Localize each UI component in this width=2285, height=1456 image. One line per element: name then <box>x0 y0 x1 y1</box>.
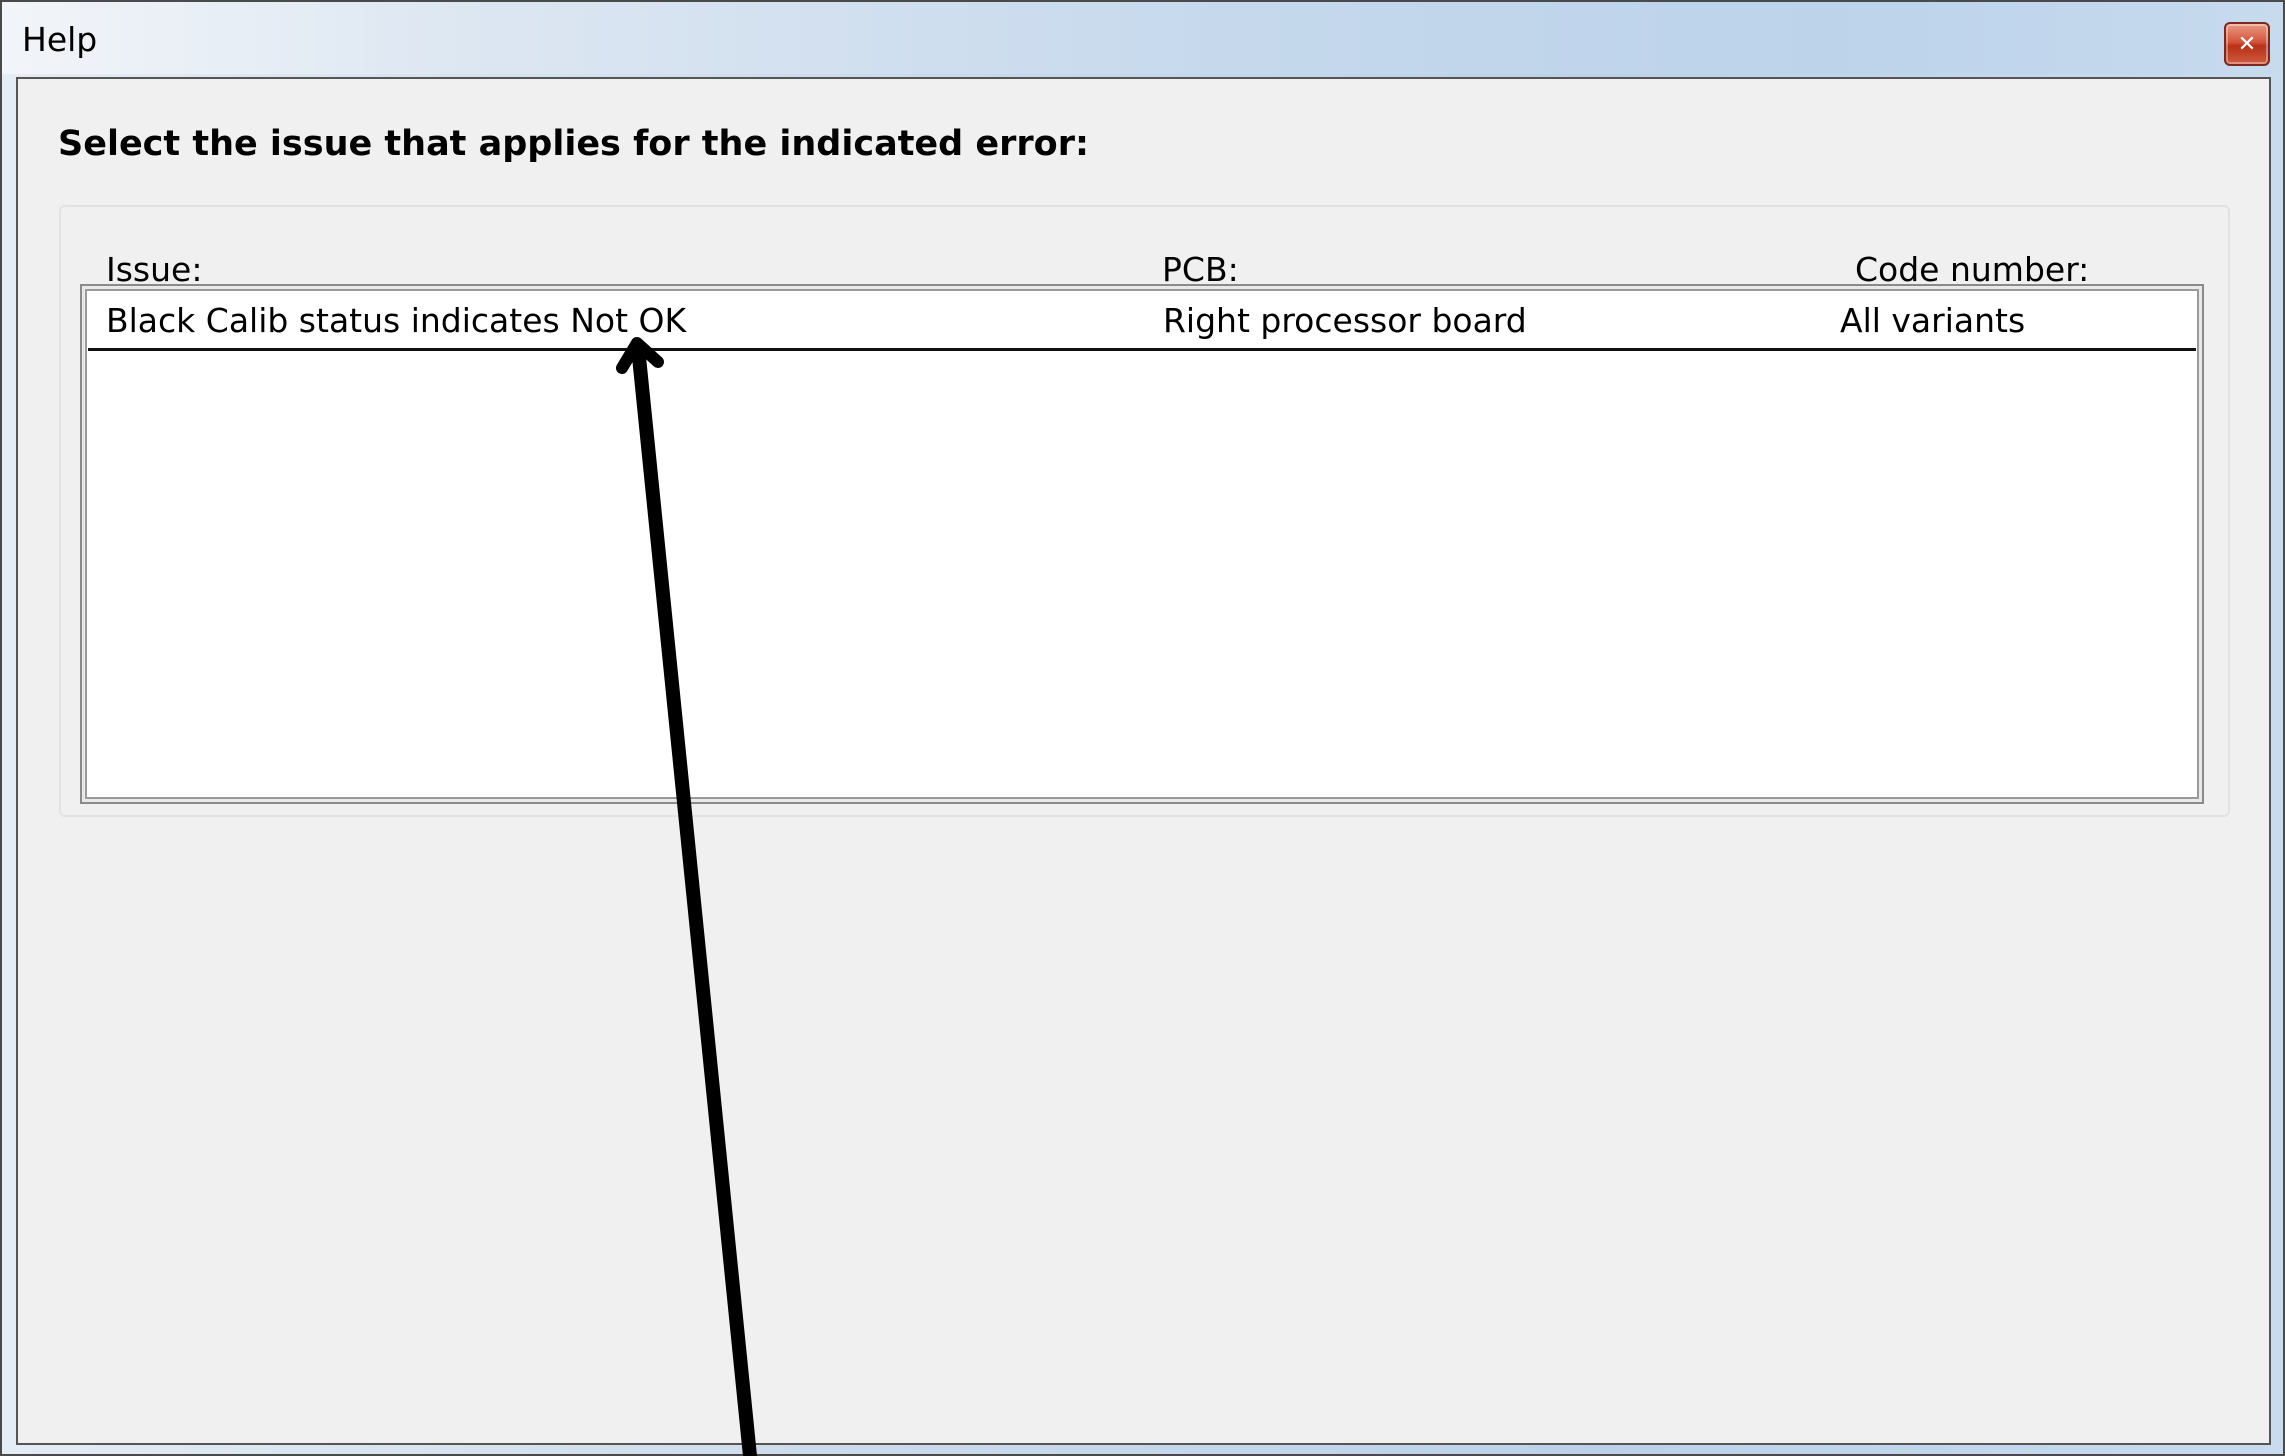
issue-list[interactable]: Black Calib status indicates Not OK Righ… <box>80 284 2204 804</box>
pcb-cell: Right processor board <box>1163 301 1527 340</box>
instruction-heading: Select the issue that applies for the in… <box>58 124 1089 164</box>
title-bar[interactable]: Help ✕ <box>2 2 2283 74</box>
issue-cell: Black Calib status indicates Not OK <box>106 301 687 340</box>
code-number-cell: All variants <box>1840 301 2026 340</box>
close-button[interactable]: ✕ <box>2224 22 2270 66</box>
dialog-content: Select the issue that applies for the in… <box>16 77 2271 1445</box>
close-icon: ✕ <box>2237 31 2257 57</box>
window-title: Help <box>22 20 98 59</box>
issue-panel: Issue: PCB: Code number: Black Calib sta… <box>59 205 2230 817</box>
issue-row[interactable]: Black Calib status indicates Not OK Righ… <box>88 292 2196 351</box>
help-window: Help ✕ Select the issue that applies for… <box>0 0 2285 1456</box>
